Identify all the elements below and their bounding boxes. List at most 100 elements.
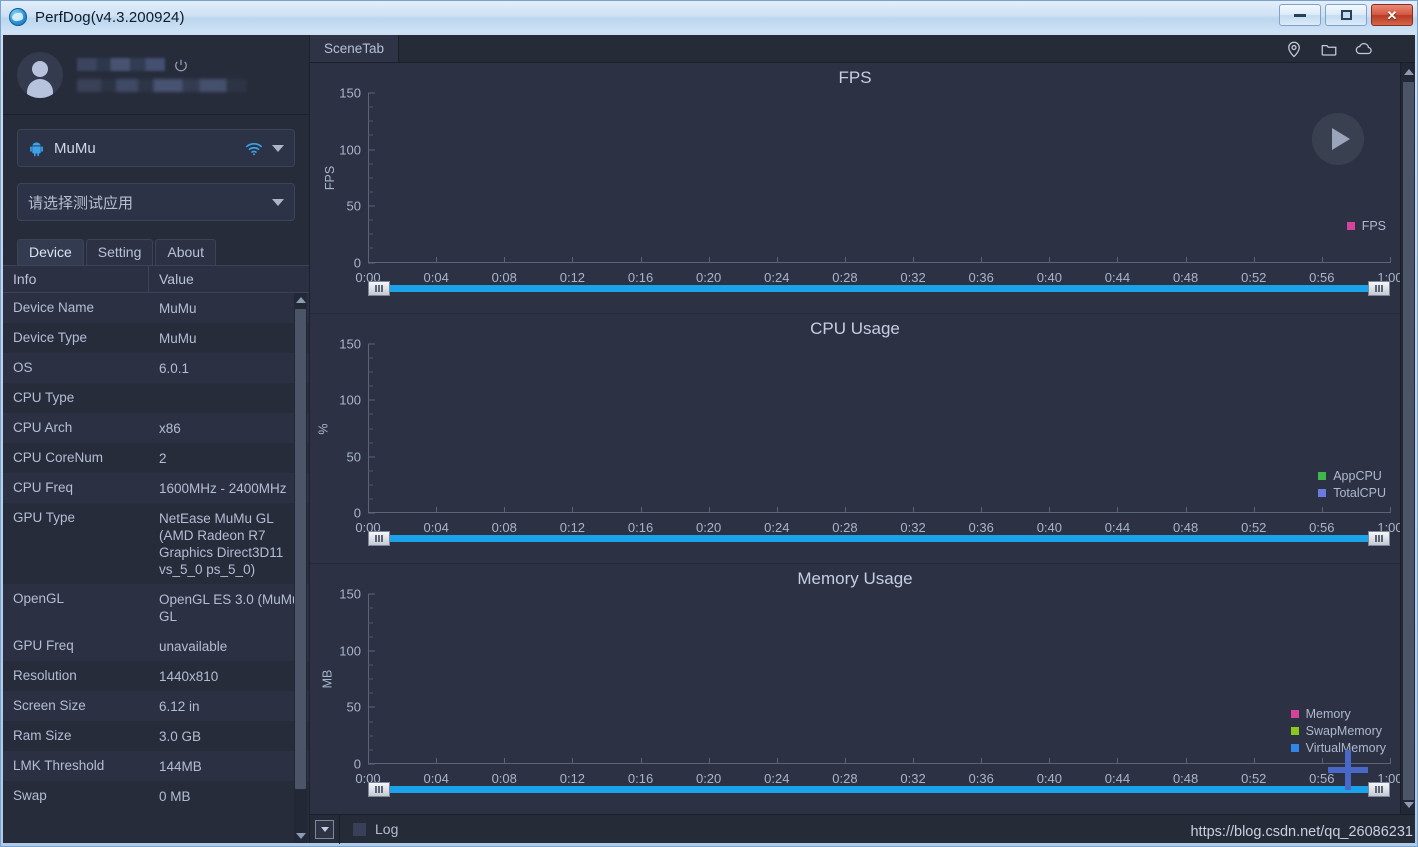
table-row[interactable]: GPU Type NetEase MuMu GL (AMD Radeon R7 G… (3, 503, 309, 584)
tab-device[interactable]: Device (17, 239, 84, 265)
folder-icon[interactable] (1320, 40, 1338, 58)
legend-item[interactable]: SwapMemory (1290, 724, 1386, 739)
y-tick-label: 100 (339, 643, 361, 659)
legend-item[interactable]: TotalCPU (1318, 486, 1386, 500)
y-axis-label: FPS (323, 165, 338, 190)
x-axis (368, 512, 1390, 514)
device-selector[interactable]: MuMu (17, 129, 295, 167)
row-label: GPU Type (13, 510, 76, 525)
app-selector[interactable]: 请选择测试应用 (17, 183, 295, 221)
window-controls: ✕ (1279, 4, 1413, 26)
table-row[interactable]: GPU Freq unavailable (3, 631, 309, 661)
scroll-down-icon[interactable] (1401, 798, 1416, 812)
chevron-down-icon[interactable] (272, 198, 284, 206)
row-value: 3.0 GB (159, 729, 202, 744)
x-axis (368, 763, 1390, 765)
legend-cpu: AppCPU TotalCPU (1318, 469, 1386, 500)
tab-setting[interactable]: Setting (85, 239, 154, 265)
table-row[interactable]: CPU CoreNum 2 (3, 443, 309, 473)
tab-about[interactable]: About (155, 239, 216, 265)
slider-handle-left[interactable] (368, 531, 390, 547)
table-row[interactable]: Resolution 1440x810 (3, 661, 309, 691)
location-pin-icon[interactable] (1285, 40, 1303, 58)
window-title: PerfDog(v4.3.200924) (35, 8, 185, 26)
sidebar-scrollbar[interactable] (294, 293, 307, 843)
y-axis-label: % (316, 422, 331, 435)
scrollbar-thumb[interactable] (295, 309, 306, 789)
chart-fps: FPS FPS 150 100 50 0 0:00 0:04 0:08 0:12… (310, 63, 1403, 314)
log-color-swatch[interactable] (353, 822, 366, 836)
legend-item[interactable]: Memory (1290, 707, 1386, 721)
scroll-up-icon[interactable] (1401, 65, 1416, 79)
sidebar: MuMu 请选择测试应用 Device Setting About Info V… (3, 35, 310, 843)
table-row[interactable]: Device Type MuMu (3, 323, 309, 353)
table-row[interactable]: CPU Freq 1600MHz - 2400MHz (3, 473, 309, 503)
legend-label: SwapMemory (1305, 724, 1383, 739)
tab-scenetab[interactable]: SceneTab (310, 35, 400, 62)
title-bar: PerfDog(v4.3.200924) ✕ (1, 1, 1417, 33)
maximize-button[interactable] (1325, 4, 1367, 26)
device-selector-value: MuMu (54, 139, 96, 157)
scene-tab-bar: SceneTab (310, 35, 1415, 63)
row-label: Resolution (13, 668, 77, 683)
table-row[interactable]: Screen Size 6.12 in (3, 691, 309, 721)
row-value: 1440x810 (159, 669, 219, 684)
slider-handle-left[interactable] (368, 280, 390, 296)
y-axis-label: MB (320, 669, 335, 689)
app-selector-value: 请选择测试应用 (28, 194, 134, 212)
charts-stack: FPS FPS 150 100 50 0 0:00 0:04 0:08 0:12… (310, 63, 1403, 815)
legend-item[interactable]: AppCPU (1318, 469, 1386, 483)
chart-memory-usage: Memory Usage MB 150 100 50 0 0:00 0:04 0… (310, 564, 1403, 815)
log-label: Log (375, 821, 399, 837)
table-row[interactable]: CPU Type (3, 383, 309, 413)
legend-label: AppCPU (1333, 468, 1382, 483)
profile-text (77, 58, 295, 92)
log-dropdown-button[interactable] (315, 819, 334, 839)
slider-track[interactable] (382, 535, 1376, 543)
y-tick-label: 150 (339, 336, 361, 352)
time-slider-memory[interactable] (368, 782, 1390, 798)
charts-area: FPS FPS 150 100 50 0 0:00 0:04 0:08 0:12… (310, 63, 1415, 815)
close-button[interactable]: ✕ (1371, 4, 1413, 26)
time-slider-fps[interactable] (368, 280, 1390, 296)
slider-handle-right[interactable] (1368, 280, 1390, 296)
slider-track[interactable] (382, 284, 1376, 292)
row-label: Ram Size (13, 728, 72, 743)
row-value: MuMu (159, 301, 197, 316)
table-row[interactable]: OS 6.0.1 (3, 353, 309, 383)
table-row[interactable]: LMK Threshold 144MB (3, 751, 309, 781)
charts-scrollbar[interactable] (1400, 63, 1415, 814)
table-row[interactable]: Ram Size 3.0 GB (3, 721, 309, 751)
table-row[interactable]: Swap 0 MB (3, 781, 309, 811)
row-value: NetEase MuMu GL (AMD Radeon R7 Graphics … (159, 511, 284, 577)
scrollbar-thumb[interactable] (1403, 82, 1414, 800)
wifi-icon (246, 142, 262, 155)
slider-handle-left[interactable] (368, 782, 390, 798)
row-label: CPU Freq (13, 480, 74, 495)
row-label: Device Name (13, 300, 95, 315)
y-tick-label: 50 (346, 198, 361, 214)
table-row[interactable]: OpenGL OpenGL ES 3.0 (MuMu GL (3, 584, 309, 631)
y-tick-label: 50 (346, 449, 361, 465)
table-row[interactable]: CPU Arch x86 (3, 413, 309, 443)
play-button[interactable] (1312, 113, 1364, 165)
power-icon[interactable] (174, 58, 188, 72)
table-row[interactable]: Device Name MuMu (3, 293, 309, 323)
scroll-up-icon[interactable] (294, 293, 307, 307)
slider-handle-right[interactable] (1368, 782, 1390, 798)
add-chart-button[interactable] (1326, 748, 1370, 792)
cloud-icon[interactable] (1355, 40, 1373, 58)
time-slider-cpu[interactable] (368, 531, 1390, 547)
device-table-header: Info Value (3, 265, 309, 293)
chevron-down-icon[interactable] (272, 144, 284, 152)
user-avatar-icon[interactable] (17, 51, 63, 98)
scroll-down-icon[interactable] (294, 829, 307, 843)
minimize-button[interactable] (1279, 4, 1321, 26)
plot-area-fps: FPS 150 100 50 0 0:00 0:04 0:08 0:12 0:1… (323, 86, 1403, 285)
legend-item[interactable]: FPS (1346, 219, 1386, 233)
slider-handle-right[interactable] (1368, 531, 1390, 547)
slider-track[interactable] (382, 786, 1376, 794)
watermark: https://blog.csdn.net/qq_26086231 (1184, 822, 1415, 843)
log-bar: Log https://blog.csdn.net/qq_26086231 (310, 814, 1415, 844)
row-value: MuMu (159, 331, 197, 346)
